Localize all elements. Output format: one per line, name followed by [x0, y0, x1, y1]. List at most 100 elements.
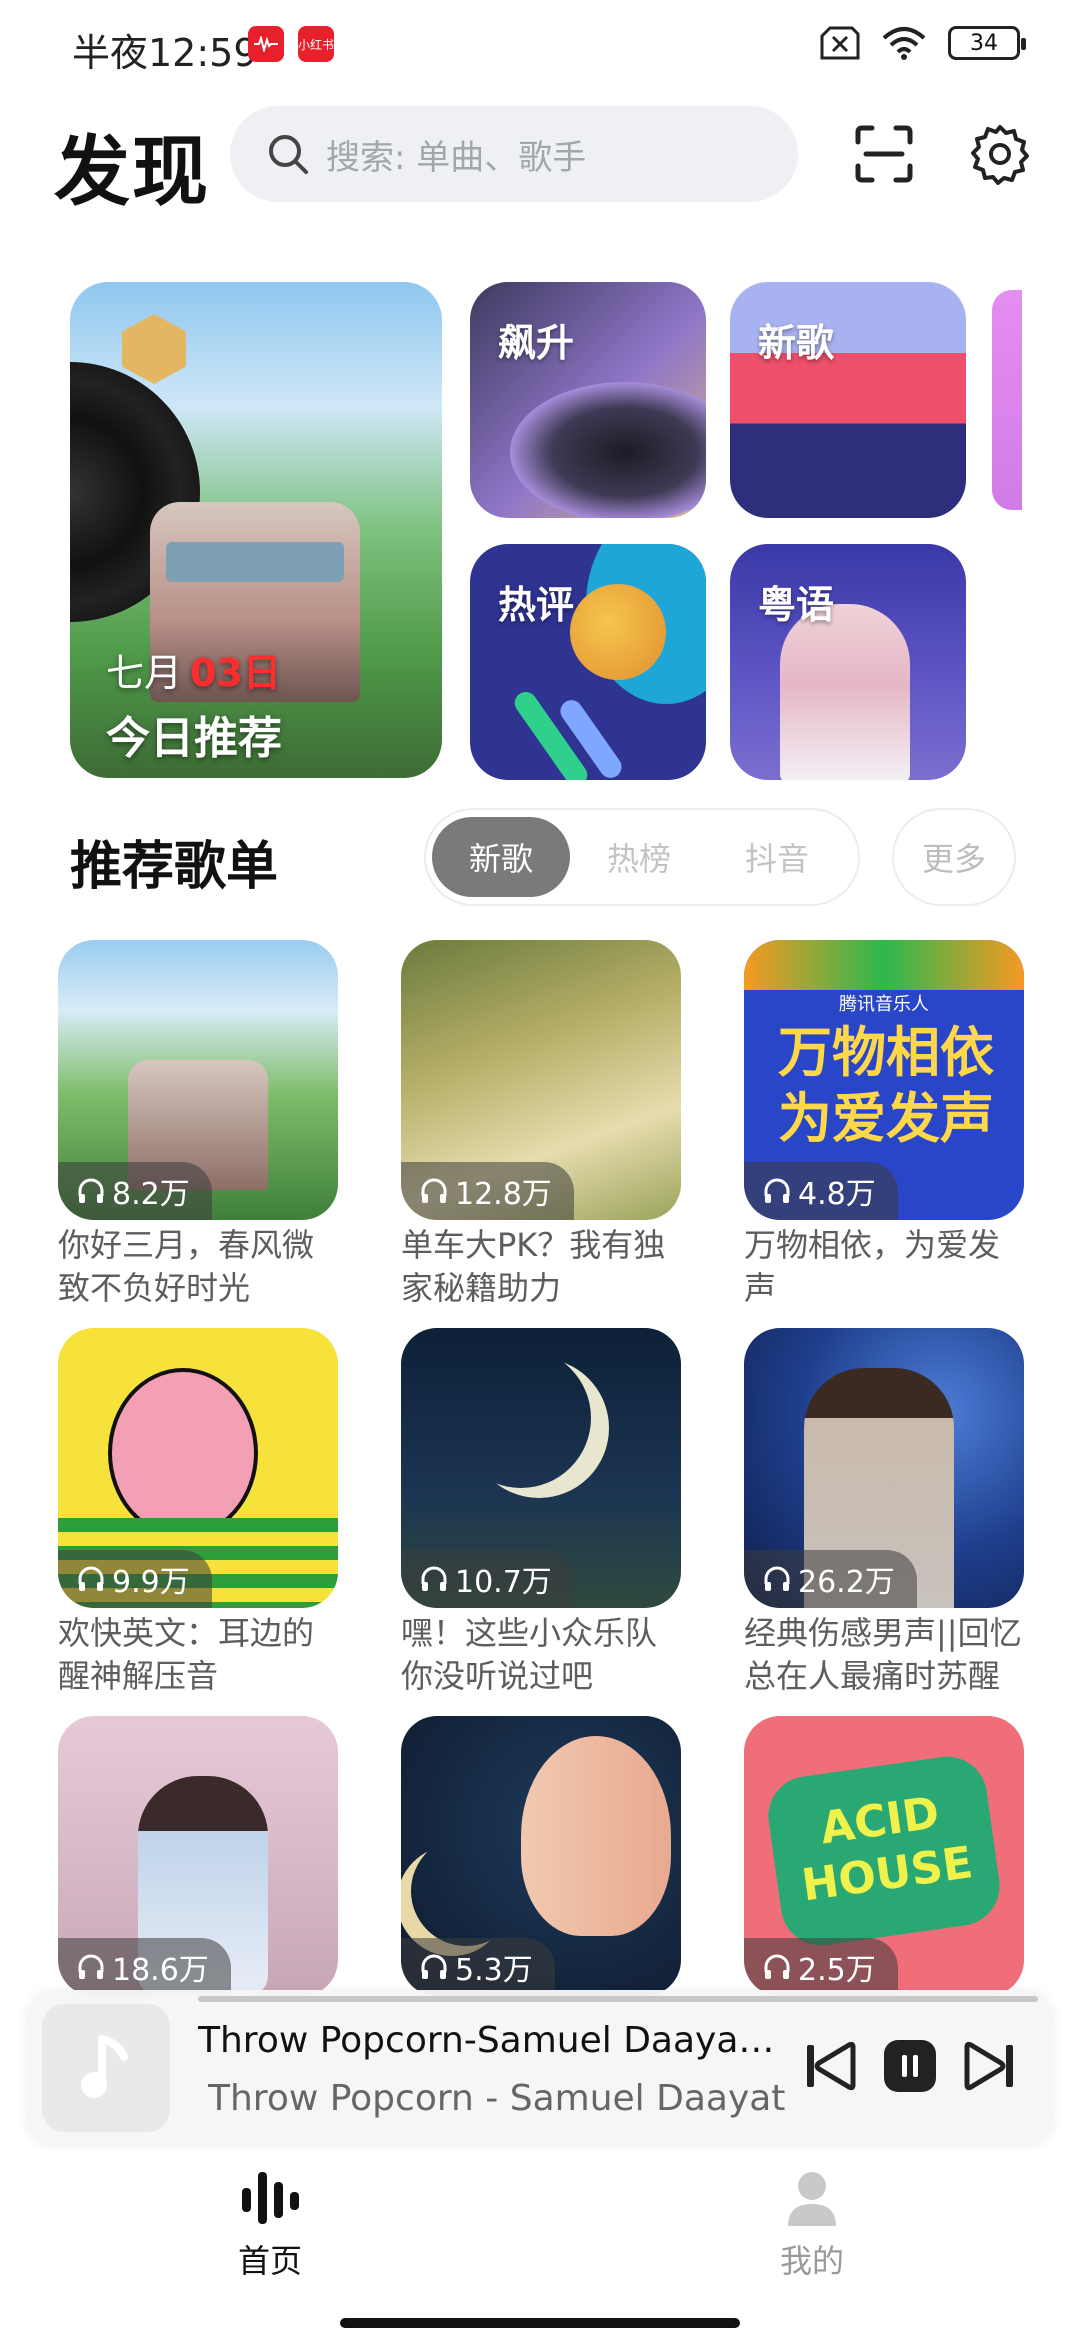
- play-count-value: 9.9万: [112, 1565, 190, 1600]
- next-tile-peek[interactable]: [992, 290, 1022, 510]
- daily-recommendation-card[interactable]: 七月 03日 今日推荐: [70, 282, 442, 778]
- no-sim-icon: [820, 26, 860, 60]
- album-art-placeholder[interactable]: [42, 2004, 170, 2132]
- chart-cantonese-tile[interactable]: 粤语: [730, 544, 966, 780]
- status-icons: 34: [820, 26, 1026, 60]
- daily-month: 七月: [106, 651, 183, 695]
- status-bar: 半夜12:59 小红书 34: [0, 0, 1080, 90]
- playlist-card[interactable]: 26.2万 经典伤感男声||回忆总在人最痛时苏醒: [744, 1328, 1024, 1698]
- music-note-icon: [81, 2035, 128, 2098]
- cover-title-text: ACID HOUSE: [763, 1751, 1005, 1951]
- chart-new-songs-tile[interactable]: 新歌: [730, 282, 966, 518]
- discover-banner: 七月 03日 今日推荐 飙升 新歌 热评 粤语: [0, 282, 1080, 782]
- headphones-icon: [421, 1954, 447, 1979]
- recommended-playlists-header: 推荐歌单 新歌 热榜 抖音 更多: [0, 808, 1080, 908]
- playlist-cover: 18.6万: [58, 1716, 338, 1996]
- pause-icon: [884, 2040, 936, 2092]
- tile-artwork-figure: [780, 604, 910, 780]
- chart-hot-comments-tile[interactable]: 热评: [470, 544, 706, 780]
- tile-label-rising: 飙升: [498, 321, 575, 365]
- cover-fruit-strip: [744, 940, 1024, 990]
- playlist-cover: 26.2万: [744, 1328, 1024, 1608]
- tile-label-hot: 热评: [498, 583, 575, 627]
- section-title: 推荐歌单: [70, 837, 279, 897]
- play-count: 4.8万: [744, 1162, 898, 1220]
- skip-previous-icon: [807, 2041, 856, 2091]
- headphones-icon: [421, 1178, 447, 1203]
- play-count-value: 12.8万: [455, 1177, 552, 1212]
- playlist-cover: 10.7万: [401, 1328, 681, 1608]
- playlist-card[interactable]: 腾讯音乐人 万物相依为爱发声 4.8万 万物相依，为爱发声: [744, 940, 1024, 1310]
- play-count: 26.2万: [744, 1550, 917, 1608]
- playlist-card[interactable]: 8.2万 你好三月，春风微致不负好时光: [58, 940, 338, 1310]
- gear-icon: [971, 125, 1029, 185]
- cover-artwork-crescent: [411, 1836, 521, 1946]
- daily-day: 03日: [190, 651, 281, 695]
- status-time: 半夜12:59: [72, 31, 258, 75]
- play-count-value: 2.5万: [798, 1953, 876, 1988]
- page-title: 发现: [54, 127, 210, 216]
- now-playing-title: Throw Popcorn-Samuel Daayat...: [198, 2020, 778, 2061]
- previous-button[interactable]: [798, 2034, 862, 2098]
- next-button[interactable]: [958, 2034, 1022, 2098]
- playlist-card[interactable]: 12.8万 单车大PK？我有独家秘籍助力: [401, 940, 681, 1310]
- now-playing-subtitle: Throw Popcorn - Samuel Daayata: [208, 2078, 786, 2119]
- playlist-card[interactable]: 5.3万: [401, 1716, 681, 1996]
- settings-button[interactable]: [962, 116, 1038, 192]
- more-button[interactable]: 更多: [892, 808, 1016, 906]
- playlist-card[interactable]: 10.7万 嘿！这些小众乐队你没听说过吧: [401, 1328, 681, 1698]
- xiaohongshu-notification-icon: 小红书: [298, 26, 334, 62]
- daily-date: 七月 03日: [106, 642, 281, 697]
- daily-title: 今日推荐: [106, 713, 282, 764]
- cover-artwork: [521, 1736, 671, 1936]
- cover-artwork-moon: [451, 1348, 591, 1488]
- playlist-cover: 9.9万: [58, 1328, 338, 1608]
- playlist-title: 欢快英文：耳边的醒神解压音: [58, 1614, 315, 1695]
- tile-label-cantonese: 粤语: [758, 583, 835, 627]
- playlist-card[interactable]: 18.6万: [58, 1716, 338, 1996]
- gesture-home-indicator: [340, 2318, 740, 2328]
- search-icon: [269, 135, 308, 174]
- playlist-card[interactable]: ACID HOUSE 2.5万: [744, 1716, 1024, 1996]
- playback-progress-bar[interactable]: [198, 1996, 1038, 2002]
- headphones-icon: [78, 1566, 104, 1591]
- headphones-icon: [421, 1566, 447, 1591]
- playlist-cover: 12.8万: [401, 940, 681, 1220]
- play-count-value: 18.6万: [112, 1953, 209, 1988]
- playlist-cover: ACID HOUSE 2.5万: [744, 1716, 1024, 1996]
- search-placeholder: 搜索: 单曲、歌手: [326, 137, 587, 178]
- playlist-card[interactable]: 9.9万 欢快英文：耳边的醒神解压音: [58, 1328, 338, 1698]
- battery-indicator: 34: [948, 26, 1026, 60]
- play-count: 5.3万: [401, 1938, 555, 1996]
- play-count: 18.6万: [58, 1938, 231, 1996]
- pause-button[interactable]: [878, 2034, 942, 2098]
- play-count: 10.7万: [401, 1550, 574, 1608]
- playlist-title: 单车大PK？我有独家秘籍助力: [401, 1226, 666, 1307]
- headphones-icon: [764, 1566, 790, 1591]
- headphones-icon: [764, 1954, 790, 1979]
- play-count: 12.8万: [401, 1162, 574, 1220]
- playlist-title: 嘿！这些小众乐队你没听说过吧: [401, 1614, 658, 1695]
- playlist-title: 经典伤感男声||回忆总在人最痛时苏醒: [744, 1614, 1022, 1695]
- nav-mine[interactable]: 我的: [722, 2168, 902, 2288]
- tile-label-new: 新歌: [758, 321, 835, 365]
- nav-home[interactable]: 首页: [180, 2168, 360, 2288]
- waveform-home-icon: [242, 2172, 299, 2224]
- nav-mine-label: 我的: [779, 2242, 844, 2280]
- chart-rising-tile[interactable]: 飙升: [470, 282, 706, 518]
- turntable-artwork: [510, 382, 706, 518]
- cover-artwork: [108, 1368, 258, 1538]
- scan-icon: [855, 125, 913, 183]
- headphones-icon: [764, 1178, 790, 1203]
- tab-douyin[interactable]: 抖音: [708, 817, 846, 897]
- search-input[interactable]: 搜索: 单曲、歌手: [230, 106, 798, 202]
- scan-button[interactable]: [846, 116, 922, 192]
- tab-hot-list[interactable]: 热榜: [570, 817, 708, 897]
- play-count-value: 4.8万: [798, 1177, 876, 1212]
- playlist-cover: 腾讯音乐人 万物相依为爱发声 4.8万: [744, 940, 1024, 1220]
- mini-player[interactable]: Throw Popcorn-Samuel Daayat... Throw Pop…: [28, 1990, 1052, 2144]
- playlist-cover: 5.3万: [401, 1716, 681, 1996]
- play-count: 2.5万: [744, 1938, 898, 1996]
- tab-new-songs[interactable]: 新歌: [432, 817, 570, 897]
- play-count: 9.9万: [58, 1550, 212, 1608]
